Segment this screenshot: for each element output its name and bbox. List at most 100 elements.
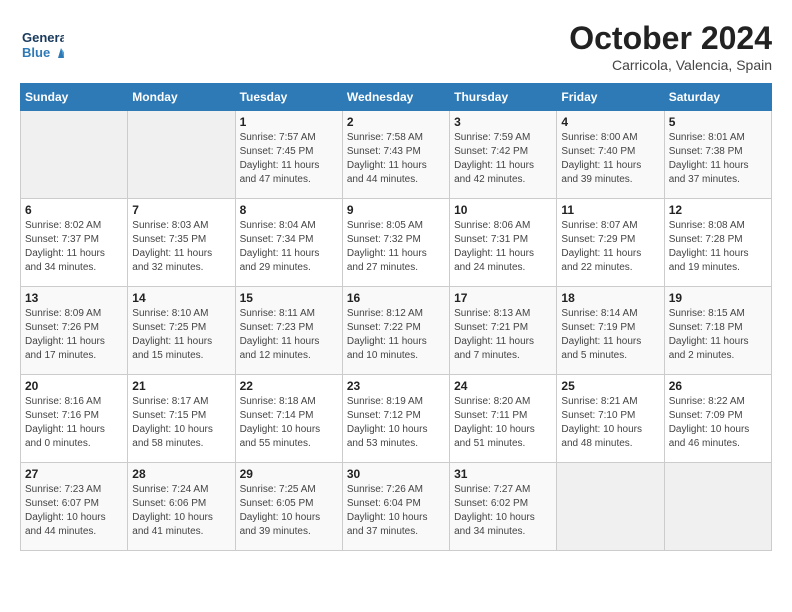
day-info: Sunrise: 7:24 AM Sunset: 6:06 PM Dayligh… xyxy=(132,483,230,539)
calendar-cell: 19 Sunrise: 8:15 AM Sunset: 7:18 PM Dayli… xyxy=(664,287,771,375)
day-number: 12 xyxy=(669,203,767,217)
day-number: 28 xyxy=(132,467,230,481)
calendar-cell: 18Sunrise: 8:14 AM Sunset: 7:19 PM Dayli… xyxy=(557,287,664,375)
day-number: 3 xyxy=(454,115,552,129)
day-info: Sunrise: 8:15 AM Sunset: 7:18 PM Dayligh… xyxy=(669,307,767,363)
day-info: Sunrise: 8:00 AM Sunset: 7:40 PM Dayligh… xyxy=(561,131,659,187)
day-info: Sunrise: 8:09 AM Sunset: 7:26 PM Dayligh… xyxy=(25,307,123,363)
calendar-cell: 11 Sunrise: 8:07 AM Sunset: 7:29 PM Dayli… xyxy=(557,199,664,287)
day-number: 20 xyxy=(25,379,123,393)
month-year: October 2024 xyxy=(569,20,772,57)
day-info: Sunrise: 7:23 AM Sunset: 6:07 PM Dayligh… xyxy=(25,483,123,539)
day-number: 10 xyxy=(454,203,552,217)
day-number: 26 xyxy=(669,379,767,393)
weekday-header-thursday: Thursday xyxy=(450,84,557,111)
day-info: Sunrise: 8:01 AM Sunset: 7:38 PM Dayligh… xyxy=(669,131,767,187)
day-info: Sunrise: 8:14 AM Sunset: 7:19 PM Dayligh… xyxy=(561,307,659,363)
calendar-table: SundayMondayTuesdayWednesdayThursdayFrid… xyxy=(20,83,772,551)
calendar-cell: 9 Sunrise: 8:05 AM Sunset: 7:32 PM Daylig… xyxy=(342,199,449,287)
calendar-cell: 8Sunrise: 8:04 AM Sunset: 7:34 PM Daylig… xyxy=(235,199,342,287)
day-number: 14 xyxy=(132,291,230,305)
calendar-cell: 25 Sunrise: 8:21 AM Sunset: 7:10 PM Dayli… xyxy=(557,375,664,463)
weekday-header-wednesday: Wednesday xyxy=(342,84,449,111)
day-number: 31 xyxy=(454,467,552,481)
svg-text:Blue: Blue xyxy=(22,45,50,60)
page-header: General Blue October 2024 Carricola, Val… xyxy=(20,20,772,73)
day-info: Sunrise: 8:03 AM Sunset: 7:35 PM Dayligh… xyxy=(132,219,230,275)
day-number: 29 xyxy=(240,467,338,481)
svg-text:General: General xyxy=(22,30,64,45)
day-number: 6 xyxy=(25,203,123,217)
day-number: 5 xyxy=(669,115,767,129)
day-number: 16 xyxy=(347,291,445,305)
day-info: Sunrise: 8:19 AM Sunset: 7:12 PM Dayligh… xyxy=(347,395,445,451)
calendar-cell: 24 Sunrise: 8:20 AM Sunset: 7:11 PM Dayli… xyxy=(450,375,557,463)
calendar-cell: 21 Sunrise: 8:17 AM Sunset: 7:15 PM Dayli… xyxy=(128,375,235,463)
day-info: Sunrise: 8:04 AM Sunset: 7:34 PM Dayligh… xyxy=(240,219,338,275)
calendar-cell: 1 Sunrise: 7:57 AM Sunset: 7:45 PM Daylig… xyxy=(235,111,342,199)
weekday-header-sunday: Sunday xyxy=(21,84,128,111)
calendar-cell: 5 Sunrise: 8:01 AM Sunset: 7:38 PM Daylig… xyxy=(664,111,771,199)
calendar-cell: 14 Sunrise: 8:10 AM Sunset: 7:25 PM Dayli… xyxy=(128,287,235,375)
day-number: 9 xyxy=(347,203,445,217)
calendar-cell: 26Sunrise: 8:22 AM Sunset: 7:09 PM Dayli… xyxy=(664,375,771,463)
calendar-cell: 7 Sunrise: 8:03 AM Sunset: 7:35 PM Daylig… xyxy=(128,199,235,287)
calendar-cell xyxy=(128,111,235,199)
calendar-cell: 16 Sunrise: 8:12 AM Sunset: 7:22 PM Dayli… xyxy=(342,287,449,375)
day-info: Sunrise: 8:17 AM Sunset: 7:15 PM Dayligh… xyxy=(132,395,230,451)
day-info: Sunrise: 7:57 AM Sunset: 7:45 PM Dayligh… xyxy=(240,131,338,187)
calendar-cell: 22 Sunrise: 8:18 AM Sunset: 7:14 PM Dayli… xyxy=(235,375,342,463)
day-info: Sunrise: 8:08 AM Sunset: 7:28 PM Dayligh… xyxy=(669,219,767,275)
day-info: Sunrise: 8:11 AM Sunset: 7:23 PM Dayligh… xyxy=(240,307,338,363)
logo: General Blue xyxy=(20,20,68,64)
day-number: 21 xyxy=(132,379,230,393)
day-number: 1 xyxy=(240,115,338,129)
day-info: Sunrise: 7:59 AM Sunset: 7:42 PM Dayligh… xyxy=(454,131,552,187)
day-number: 2 xyxy=(347,115,445,129)
weekday-header-saturday: Saturday xyxy=(664,84,771,111)
day-info: Sunrise: 8:10 AM Sunset: 7:25 PM Dayligh… xyxy=(132,307,230,363)
day-info: Sunrise: 8:18 AM Sunset: 7:14 PM Dayligh… xyxy=(240,395,338,451)
day-info: Sunrise: 8:21 AM Sunset: 7:10 PM Dayligh… xyxy=(561,395,659,451)
day-number: 7 xyxy=(132,203,230,217)
day-info: Sunrise: 7:25 AM Sunset: 6:05 PM Dayligh… xyxy=(240,483,338,539)
calendar-cell: 6 Sunrise: 8:02 AM Sunset: 7:37 PM Daylig… xyxy=(21,199,128,287)
calendar-cell xyxy=(664,463,771,551)
day-info: Sunrise: 7:27 AM Sunset: 6:02 PM Dayligh… xyxy=(454,483,552,539)
day-number: 15 xyxy=(240,291,338,305)
calendar-cell: 28 Sunrise: 7:24 AM Sunset: 6:06 PM Dayli… xyxy=(128,463,235,551)
calendar-cell: 29 Sunrise: 7:25 AM Sunset: 6:05 PM Dayli… xyxy=(235,463,342,551)
calendar-cell: 3 Sunrise: 7:59 AM Sunset: 7:42 PM Daylig… xyxy=(450,111,557,199)
day-info: Sunrise: 8:12 AM Sunset: 7:22 PM Dayligh… xyxy=(347,307,445,363)
calendar-cell: 30Sunrise: 7:26 AM Sunset: 6:04 PM Dayli… xyxy=(342,463,449,551)
calendar-cell: 13Sunrise: 8:09 AM Sunset: 7:26 PM Dayli… xyxy=(21,287,128,375)
day-info: Sunrise: 8:20 AM Sunset: 7:11 PM Dayligh… xyxy=(454,395,552,451)
day-number: 19 xyxy=(669,291,767,305)
day-number: 25 xyxy=(561,379,659,393)
day-info: Sunrise: 8:06 AM Sunset: 7:31 PM Dayligh… xyxy=(454,219,552,275)
location: Carricola, Valencia, Spain xyxy=(569,57,772,73)
day-number: 22 xyxy=(240,379,338,393)
day-number: 11 xyxy=(561,203,659,217)
day-info: Sunrise: 8:16 AM Sunset: 7:16 PM Dayligh… xyxy=(25,395,123,451)
weekday-header-friday: Friday xyxy=(557,84,664,111)
day-info: Sunrise: 8:13 AM Sunset: 7:21 PM Dayligh… xyxy=(454,307,552,363)
day-number: 23 xyxy=(347,379,445,393)
day-info: Sunrise: 7:58 AM Sunset: 7:43 PM Dayligh… xyxy=(347,131,445,187)
day-number: 30 xyxy=(347,467,445,481)
day-number: 24 xyxy=(454,379,552,393)
calendar-cell xyxy=(21,111,128,199)
day-info: Sunrise: 8:05 AM Sunset: 7:32 PM Dayligh… xyxy=(347,219,445,275)
weekday-header-monday: Monday xyxy=(128,84,235,111)
calendar-cell: 12 Sunrise: 8:08 AM Sunset: 7:28 PM Dayli… xyxy=(664,199,771,287)
calendar-cell: 2 Sunrise: 7:58 AM Sunset: 7:43 PM Daylig… xyxy=(342,111,449,199)
day-info: Sunrise: 8:02 AM Sunset: 7:37 PM Dayligh… xyxy=(25,219,123,275)
day-number: 4 xyxy=(561,115,659,129)
calendar-cell: 10 Sunrise: 8:06 AM Sunset: 7:31 PM Dayli… xyxy=(450,199,557,287)
day-info: Sunrise: 8:07 AM Sunset: 7:29 PM Dayligh… xyxy=(561,219,659,275)
calendar-cell: 17 Sunrise: 8:13 AM Sunset: 7:21 PM Dayli… xyxy=(450,287,557,375)
day-number: 17 xyxy=(454,291,552,305)
title-block: October 2024 Carricola, Valencia, Spain xyxy=(569,20,772,73)
calendar-cell: 31 Sunrise: 7:27 AM Sunset: 6:02 PM Dayli… xyxy=(450,463,557,551)
calendar-cell: 15 Sunrise: 8:11 AM Sunset: 7:23 PM Dayli… xyxy=(235,287,342,375)
